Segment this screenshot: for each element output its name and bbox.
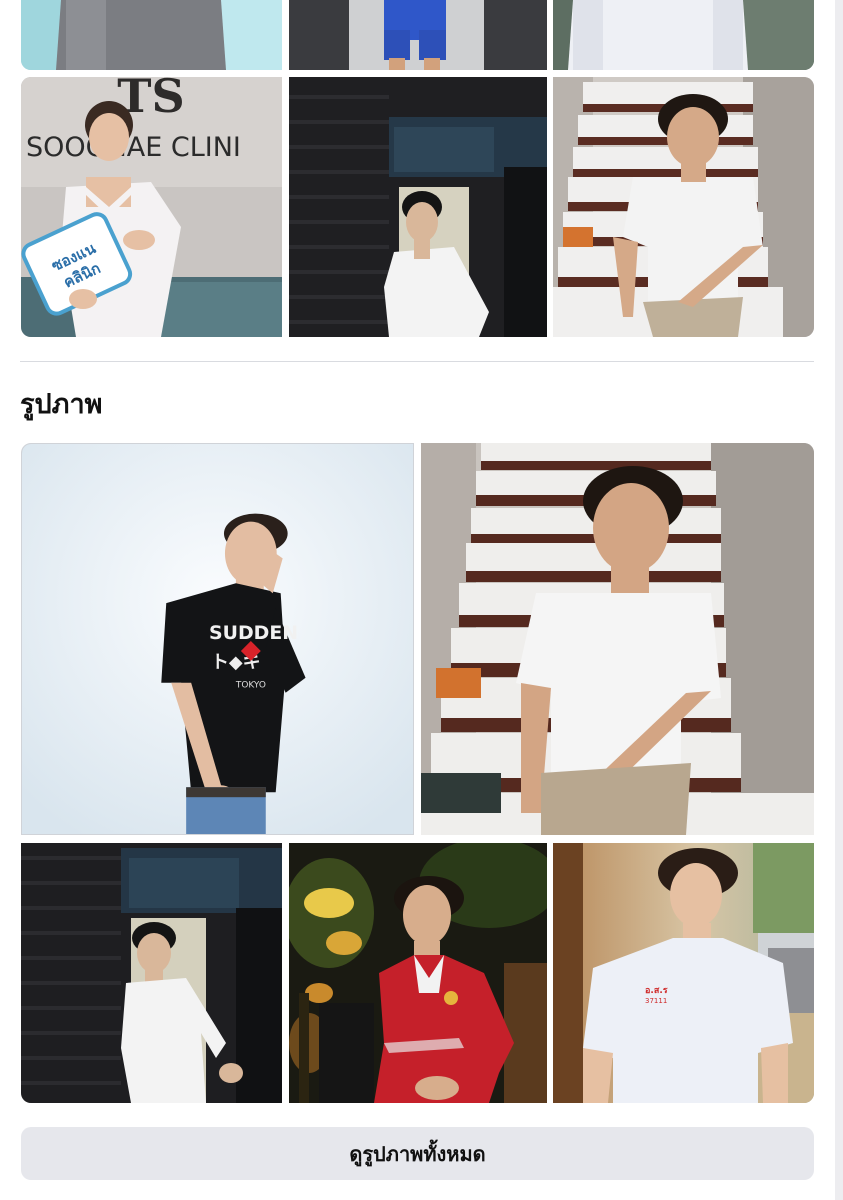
photo-black-tshirt[interactable]: SUDDEN ト◆キ TOKYO	[21, 443, 414, 835]
photo-thumb-grey-shirt[interactable]	[21, 0, 282, 70]
photo-thumb-stairs-small[interactable]	[553, 77, 814, 337]
photos-section-title: รูปภาพ	[20, 389, 103, 420]
svg-text:TOKYO: TOKYO	[235, 681, 266, 691]
section-divider	[20, 361, 814, 362]
photo-thumb-dark-doorway[interactable]	[289, 77, 547, 337]
photo-white-shirt-doorway[interactable]	[21, 843, 282, 1103]
photo-thumb-blue-outfit[interactable]	[289, 0, 547, 70]
scrollbar-track[interactable]	[835, 0, 843, 1200]
photo-red-jacket-night[interactable]	[289, 843, 547, 1103]
photo-thumb-white-uniform[interactable]	[553, 0, 814, 70]
photo-thumb-clinic[interactable]: TS SOOGNAE CLINI ซองแน คลินิก	[21, 77, 282, 337]
photo-stairs-large[interactable]	[421, 443, 814, 835]
svg-text:SUDDEN: SUDDEN	[209, 622, 298, 644]
svg-text:SOOGNAE CLINI: SOOGNAE CLINI	[26, 132, 241, 163]
svg-text:37111: 37111	[645, 997, 667, 1005]
photo-student-uniform[interactable]: อ.ส.ร 37111	[553, 843, 814, 1103]
svg-text:อ.ส.ร: อ.ส.ร	[645, 986, 668, 996]
see-all-photos-button[interactable]: ดูรูปภาพทั้งหมด	[21, 1127, 814, 1180]
